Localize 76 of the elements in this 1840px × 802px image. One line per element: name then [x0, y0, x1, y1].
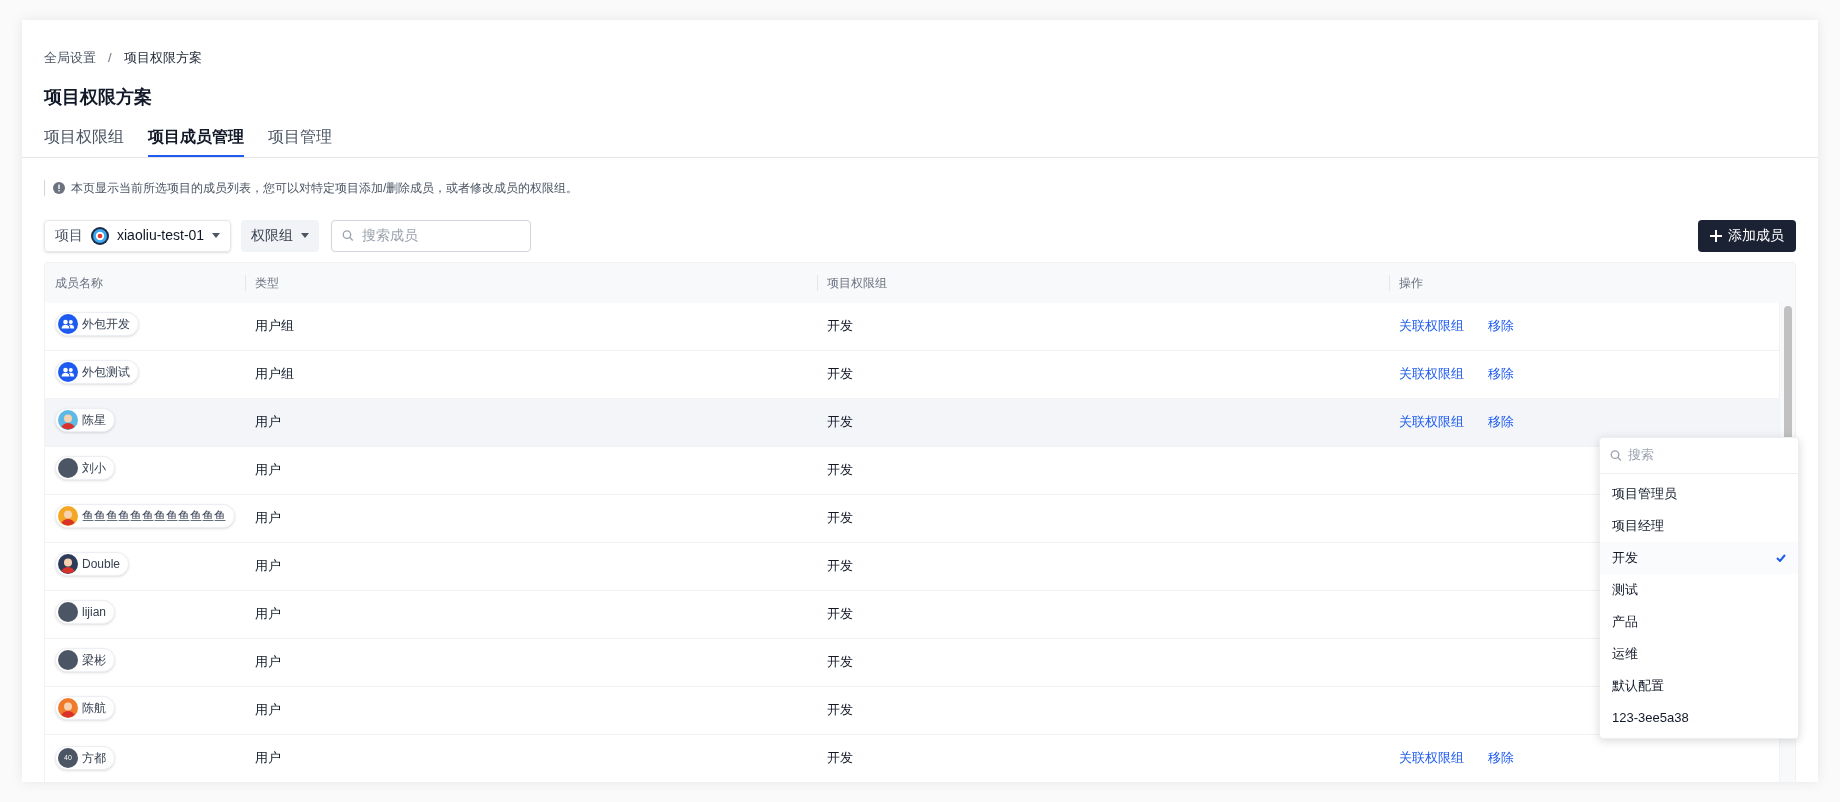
member-tag: 外包开发: [55, 312, 139, 337]
action-link[interactable]: 移除: [1488, 316, 1514, 336]
plus-icon: [1710, 229, 1722, 242]
table-cell: 用户: [255, 654, 281, 670]
check-icon: [1776, 553, 1786, 562]
caret-icon: [212, 233, 221, 238]
search-icon: [1610, 448, 1622, 462]
member-tag: 刘小: [55, 456, 115, 481]
member-tag: 陈星: [55, 408, 115, 433]
tab[interactable]: 项目权限组: [44, 124, 124, 157]
table-cell: 用户: [255, 750, 281, 766]
column-header: 类型: [254, 274, 280, 292]
table-cell: 用户: [255, 558, 281, 574]
tab[interactable]: 项目管理: [268, 124, 332, 157]
table-cell: 用户组: [255, 318, 294, 334]
table-cell: 开发: [827, 414, 853, 430]
add-member-button[interactable]: 添加成员: [1698, 219, 1796, 252]
action-link[interactable]: 关联权限组: [1399, 412, 1464, 432]
notice-text: 本页显示当前所选项目的成员列表，您可以对特定项目添加/删除成员，或者修改成员的权限组。: [71, 179, 579, 197]
search-field[interactable]: 搜索成员: [331, 219, 532, 252]
table-cell: 开发: [827, 366, 853, 382]
tab[interactable]: 项目成员管理: [148, 124, 244, 157]
dropdown-option[interactable]: 测试: [1600, 573, 1798, 606]
info-icon: [53, 181, 65, 194]
member-tag: 陈航: [55, 696, 115, 721]
dropdown-option[interactable]: 产品: [1600, 605, 1798, 638]
dropdown-option[interactable]: 运维: [1600, 637, 1798, 670]
project-select[interactable]: 项目 xiaoliu-test-01: [44, 219, 232, 252]
breadcrumb-item[interactable]: 全局设置: [44, 48, 96, 68]
table-cell: 用户: [255, 702, 281, 718]
dropdown-option[interactable]: 123-3ee5a38: [1600, 701, 1798, 734]
table-cell: 开发: [827, 318, 853, 334]
dropdown-option[interactable]: 默认配置: [1600, 669, 1798, 702]
table-cell: 开发: [827, 558, 853, 574]
table-cell: 开发: [827, 606, 853, 622]
dropdown-option[interactable]: 项目管理员: [1600, 477, 1798, 510]
member-tag: Double: [55, 552, 130, 577]
member-tag: 梁彬: [55, 648, 115, 673]
avatar-icon: [58, 650, 78, 671]
table-cell: 用户组: [255, 366, 294, 382]
dropdown-option[interactable]: 开发: [1600, 541, 1798, 574]
action-link[interactable]: 移除: [1488, 748, 1514, 768]
action-link[interactable]: 关联权限组: [1399, 364, 1464, 384]
column-header: 项目权限组: [826, 274, 888, 292]
table-cell: 开发: [827, 654, 853, 670]
table-cell: 开发: [827, 702, 853, 718]
action-link[interactable]: 关联权限组: [1399, 316, 1464, 336]
member-tag: 鱼鱼鱼鱼鱼鱼鱼鱼鱼鱼鱼鱼: [55, 504, 235, 529]
avatar-icon: [58, 602, 78, 623]
column-header: 成员名称: [54, 274, 104, 292]
table-cell: 用户: [255, 606, 281, 622]
action-link[interactable]: 关联权限组: [1399, 748, 1464, 768]
avatar-icon: [58, 458, 78, 479]
dropdown-search-field[interactable]: 搜索: [1627, 445, 1788, 465]
column-header: 操作: [1398, 274, 1424, 292]
user-group-icon: [58, 314, 78, 335]
search-input[interactable]: 搜索成员: [361, 225, 521, 246]
group-filter-dropdown[interactable]: 权限组: [241, 219, 320, 252]
caret-icon: [301, 233, 310, 238]
search-icon: [342, 229, 354, 242]
table-cell: 开发: [827, 462, 853, 478]
page-title: 项目权限方案: [44, 85, 153, 109]
breadcrumb-item: 项目权限方案: [123, 49, 202, 67]
table-cell: 用户: [255, 414, 281, 430]
member-tag: 外包测试: [55, 360, 139, 385]
table-cell: 用户: [255, 510, 281, 526]
table-cell: 开发: [827, 750, 853, 766]
breadcrumb-separator: /: [108, 49, 112, 67]
action-link[interactable]: 移除: [1488, 412, 1514, 432]
table-cell: 开发: [827, 510, 853, 526]
table-cell: 用户: [255, 462, 281, 478]
project-logo-icon: [91, 226, 109, 245]
member-tag: lijian: [55, 600, 115, 625]
user-group-icon: [58, 362, 78, 383]
action-link[interactable]: 移除: [1488, 364, 1514, 384]
dropdown-option[interactable]: 项目经理: [1600, 509, 1798, 542]
